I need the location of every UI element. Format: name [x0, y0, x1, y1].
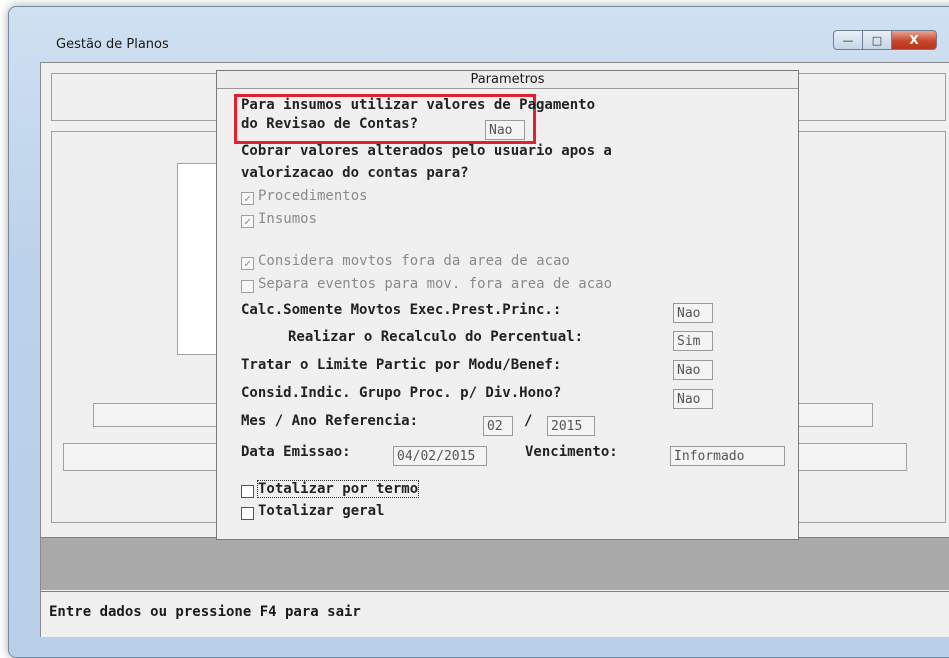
totalizar-geral-label: Totalizar geral — [258, 503, 385, 519]
mes-ano-label: Mes / Ano Referencia: — [241, 413, 419, 429]
caption-buttons: — □ X — [833, 30, 937, 50]
tratar-label: Tratar o Limite Partic por Modu/Benef: — [241, 357, 562, 373]
vencimento-field[interactable]: Informado — [670, 446, 785, 466]
procedimentos-label: Procedimentos — [258, 188, 368, 204]
close-button[interactable]: X — [891, 30, 937, 50]
minimize-icon: — — [842, 33, 854, 47]
calc-label: Calc.Somente Movtos Exec.Prest.Princ.: — [241, 302, 562, 318]
check-icon: ✓ — [244, 215, 251, 228]
mes-field[interactable]: 02 — [483, 416, 513, 436]
data-emissao-label: Data Emissao: — [241, 444, 351, 460]
status-bar: Entre dados ou pressione F4 para sair — [41, 591, 949, 634]
dialog-body: Para insumos utilizar valores de Pagamen… — [217, 89, 798, 539]
separa-checkbox[interactable] — [241, 280, 254, 293]
data-emissao-field[interactable]: 04/02/2015 — [393, 446, 487, 466]
status-message: Entre dados ou pressione F4 para sair — [49, 604, 361, 620]
tratar-value-field[interactable]: Nao — [673, 360, 713, 380]
close-icon: X — [909, 33, 919, 47]
separa-label: Separa eventos para mov. fora area de ac… — [258, 276, 613, 292]
dialog-title: Parametros — [217, 71, 798, 89]
check-icon: ✓ — [244, 257, 251, 270]
insumos-checkbox[interactable]: ✓ — [241, 215, 254, 228]
maximize-button[interactable]: □ — [862, 30, 891, 50]
insumos-label: Insumos — [258, 211, 318, 227]
ano-field[interactable]: 2015 — [547, 416, 595, 436]
recalc-value-field[interactable]: Sim — [673, 331, 713, 351]
parametros-dialog: Parametros Para insumos utilizar valores… — [216, 70, 799, 540]
recalc-label: Realizar o Recalculo do Percentual: — [288, 329, 584, 345]
totalizar-termo-checkbox[interactable] — [241, 485, 254, 498]
window-title: Gestão de Planos — [56, 37, 169, 52]
cobrar-question-line2: valorizacao do contas para? — [241, 165, 469, 181]
insumos-question-line2: do Revisao de Contas? — [241, 116, 419, 132]
mes-ano-separator: / — [524, 413, 533, 429]
totalizar-geral-checkbox[interactable] — [241, 507, 254, 520]
totalizar-termo-label: Totalizar por termo — [256, 480, 420, 498]
vencimento-label: Vencimento: — [525, 444, 618, 460]
check-icon: ✓ — [244, 192, 251, 205]
considera-label: Considera movtos fora da area de acao — [258, 253, 570, 269]
cobrar-question-line1: Cobrar valores alterados pelo usuario ap… — [241, 143, 612, 159]
calc-value-field[interactable]: Nao — [673, 303, 713, 323]
background-gray-band — [41, 537, 949, 590]
maximize-icon: □ — [871, 33, 883, 47]
considera-checkbox[interactable]: ✓ — [241, 257, 254, 270]
procedimentos-checkbox[interactable]: ✓ — [241, 192, 254, 205]
insumos-question-line1: Para insumos utilizar valores de Pagamen… — [241, 97, 596, 113]
minimize-button[interactable]: — — [833, 30, 862, 50]
consid-label: Consid.Indic. Grupo Proc. p/ Div.Hono? — [241, 385, 562, 401]
insumos-value-field[interactable]: Nao — [485, 120, 525, 140]
consid-value-field[interactable]: Nao — [673, 389, 713, 409]
